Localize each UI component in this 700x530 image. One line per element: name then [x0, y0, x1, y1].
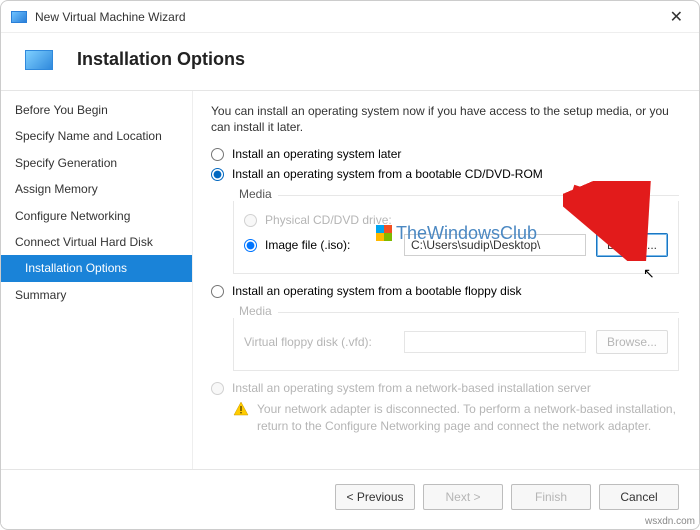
- row-vfd: Virtual floppy disk (.vfd): Browse...: [244, 330, 668, 354]
- input-iso-path[interactable]: [404, 234, 586, 256]
- browse-vfd-button: Browse...: [596, 330, 668, 354]
- sidebar-item-assign-memory[interactable]: Assign Memory: [1, 176, 192, 202]
- sidebar-item-specify-name[interactable]: Specify Name and Location: [1, 123, 192, 149]
- browse-iso-button[interactable]: Browse...: [596, 233, 668, 257]
- image-credit: wsxdn.com: [645, 516, 695, 527]
- intro-text: You can install an operating system now …: [211, 103, 679, 135]
- previous-button[interactable]: < Previous: [335, 484, 415, 510]
- sidebar-item-before-you-begin[interactable]: Before You Begin: [1, 97, 192, 123]
- warning-icon: [233, 401, 249, 417]
- label-vfd: Virtual floppy disk (.vfd):: [244, 335, 372, 349]
- page-title: Installation Options: [77, 49, 245, 70]
- wizard-footer: < Previous Next > Finish Cancel: [1, 469, 699, 524]
- label-install-cd: Install an operating system from a boota…: [232, 167, 543, 181]
- sidebar-item-installation-options[interactable]: Installation Options: [1, 255, 192, 281]
- option-install-floppy[interactable]: Install an operating system from a boota…: [211, 284, 679, 298]
- wizard-header: Installation Options: [1, 33, 699, 91]
- radio-image-file[interactable]: [244, 239, 257, 252]
- option-install-cd[interactable]: Install an operating system from a boota…: [211, 167, 679, 181]
- window-title: New Virtual Machine Wizard: [35, 10, 186, 24]
- label-install-later: Install an operating system later: [232, 147, 401, 161]
- option-install-later[interactable]: Install an operating system later: [211, 147, 679, 161]
- next-button: Next >: [423, 484, 503, 510]
- radio-install-later[interactable]: [211, 148, 224, 161]
- group-floppy-media: Media Virtual floppy disk (.vfd): Browse…: [233, 304, 679, 371]
- label-install-floppy: Install an operating system from a boota…: [232, 284, 522, 298]
- sidebar-item-connect-vhd[interactable]: Connect Virtual Hard Disk: [1, 229, 192, 255]
- sidebar-item-specify-generation[interactable]: Specify Generation: [1, 150, 192, 176]
- input-vfd-path: [404, 331, 586, 353]
- label-physical-drive: Physical CD/DVD drive:: [265, 213, 392, 227]
- label-install-network: Install an operating system from a netwo…: [232, 381, 591, 395]
- titlebar: New Virtual Machine Wizard ✕: [1, 1, 699, 33]
- sidebar-item-configure-networking[interactable]: Configure Networking: [1, 203, 192, 229]
- radio-install-network: [211, 382, 224, 395]
- close-icon[interactable]: ✕: [664, 7, 689, 27]
- group-cd-title: Media: [233, 187, 278, 201]
- radio-install-floppy[interactable]: [211, 285, 224, 298]
- app-icon: [11, 11, 27, 23]
- label-image-file: Image file (.iso):: [265, 238, 350, 252]
- cancel-button[interactable]: Cancel: [599, 484, 679, 510]
- radio-install-cd[interactable]: [211, 168, 224, 181]
- row-image-file: Image file (.iso): Browse...: [244, 233, 668, 257]
- network-warning-text: Your network adapter is disconnected. To…: [257, 401, 679, 433]
- row-physical-drive: Physical CD/DVD drive:: [244, 213, 668, 227]
- wizard-sidebar: Before You Begin Specify Name and Locati…: [1, 91, 193, 469]
- group-cd-media: Media Physical CD/DVD drive: Image file …: [233, 187, 679, 274]
- finish-button: Finish: [511, 484, 591, 510]
- monitor-icon: [25, 50, 53, 70]
- option-install-network: Install an operating system from a netwo…: [211, 381, 679, 395]
- group-floppy-title: Media: [233, 304, 278, 318]
- network-warning: Your network adapter is disconnected. To…: [233, 401, 679, 433]
- sidebar-item-summary[interactable]: Summary: [1, 282, 192, 308]
- content-pane: You can install an operating system now …: [193, 91, 699, 469]
- main-area: Before You Begin Specify Name and Locati…: [1, 91, 699, 469]
- radio-physical-drive: [244, 214, 257, 227]
